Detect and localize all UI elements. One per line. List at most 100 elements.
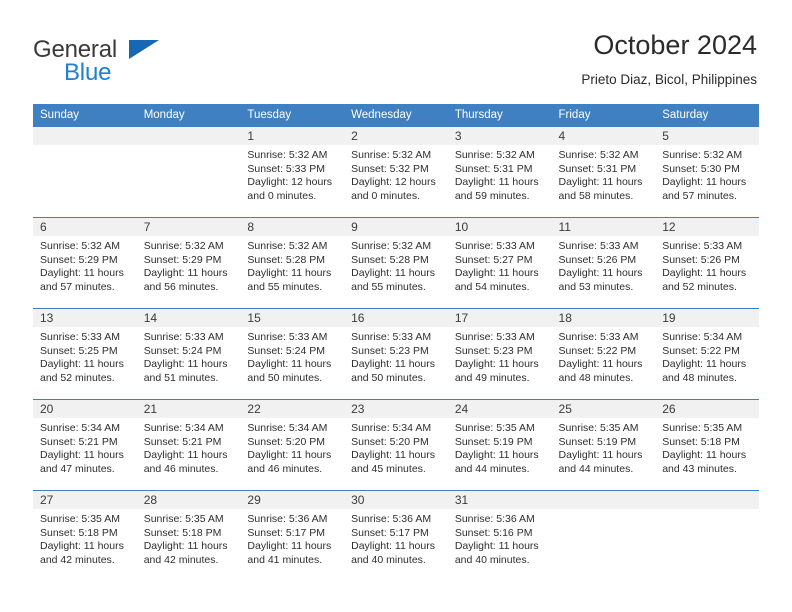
day-cell-inner: 2 Sunrise: 5:32 AM Sunset: 5:32 PM Daylight…	[344, 127, 448, 217]
day-details: Sunrise: 5:35 AM Sunset: 5:19 PM Daylight:…	[448, 418, 552, 476]
calendar-day-cell[interactable]: 30 Sunrise: 5:36 AM Sunset: 5:17 PM Dayligh…	[344, 490, 448, 581]
day-number: 31	[447, 491, 552, 509]
calendar-day-cell[interactable]: 23 Sunrise: 5:34 AM Sunset: 5:20 PM Dayligh…	[344, 399, 448, 491]
day-detail-daylight-line1: Daylight: 11 hours	[454, 358, 539, 371]
calendar-day-cell[interactable]: 27 Sunrise: 5:35 AM Sunset: 5:18 PM Dayligh…	[33, 490, 137, 581]
day-number: 18	[551, 309, 656, 327]
day-details: Sunrise: 5:33 AM Sunset: 5:23 PM Daylight:…	[448, 327, 552, 385]
calendar-day-cell[interactable]: 15 Sunrise: 5:33 AM Sunset: 5:24 PM Dayligh…	[240, 308, 345, 400]
day-details: Sunrise: 5:34 AM Sunset: 5:21 PM Daylight:…	[137, 418, 241, 476]
day-number: 11	[551, 218, 656, 236]
calendar-day-cell[interactable]: 31 Sunrise: 5:36 AM Sunset: 5:16 PM Dayligh…	[447, 490, 552, 581]
day-detail-daylight-line1: Daylight: 11 hours	[40, 449, 124, 462]
calendar-day-cell[interactable]: 8 Sunrise: 5:32 AM Sunset: 5:28 PM Daylight…	[240, 217, 345, 309]
day-details: Sunrise: 5:34 AM Sunset: 5:20 PM Daylight:…	[344, 418, 448, 476]
day-number: 8	[240, 218, 345, 236]
day-details: Sunrise: 5:32 AM Sunset: 5:28 PM Daylight:…	[240, 236, 344, 294]
day-cell-inner: 22 Sunrise: 5:34 AM Sunset: 5:20 PM Dayligh…	[240, 400, 345, 490]
day-detail-sunset: Sunset: 5:27 PM	[454, 253, 533, 266]
page-subtitle: Prieto Diaz, Bicol, Philippines	[581, 72, 757, 87]
day-detail-sunset: Sunset: 5:24 PM	[247, 344, 326, 357]
calendar-day-cell[interactable]: 21 Sunrise: 5:34 AM Sunset: 5:21 PM Dayligh…	[136, 399, 241, 491]
calendar-day-cell[interactable]: 22 Sunrise: 5:34 AM Sunset: 5:20 PM Dayligh…	[240, 399, 345, 491]
calendar-day-cell[interactable]: 19 Sunrise: 5:34 AM Sunset: 5:22 PM Dayligh…	[655, 308, 759, 400]
day-detail-daylight-line2: and 57 minutes.	[40, 280, 115, 293]
calendar-day-cell[interactable]: 9 Sunrise: 5:32 AM Sunset: 5:28 PM Daylight…	[344, 217, 448, 309]
day-number: 24	[447, 400, 552, 418]
calendar-day-cell[interactable]: 14 Sunrise: 5:33 AM Sunset: 5:24 PM Dayligh…	[136, 308, 241, 400]
day-cell-inner: 11 Sunrise: 5:33 AM Sunset: 5:26 PM Dayligh…	[551, 218, 656, 308]
day-number: 17	[447, 309, 552, 327]
calendar-day-cell[interactable]: 6 Sunrise: 5:32 AM Sunset: 5:29 PM Daylight…	[33, 217, 137, 309]
calendar-day-cell[interactable]: 18 Sunrise: 5:33 AM Sunset: 5:22 PM Dayligh…	[551, 308, 656, 400]
calendar-day-cell-empty	[136, 127, 241, 218]
day-detail-daylight-line2: and 44 minutes.	[454, 462, 530, 475]
day-detail-daylight-line2: and 51 minutes.	[143, 371, 219, 384]
day-details: Sunrise: 5:35 AM Sunset: 5:18 PM Daylight:…	[137, 509, 241, 567]
day-detail-daylight-line2: and 40 minutes.	[351, 553, 426, 566]
day-detail-daylight-line1: Daylight: 11 hours	[558, 449, 643, 462]
calendar-day-cell[interactable]: 17 Sunrise: 5:33 AM Sunset: 5:23 PM Dayligh…	[447, 308, 552, 400]
day-detail-daylight-line2: and 0 minutes.	[247, 189, 317, 202]
calendar-day-cell[interactable]: 13 Sunrise: 5:33 AM Sunset: 5:25 PM Dayligh…	[33, 308, 137, 400]
day-number: 21	[136, 400, 241, 418]
day-number: 9	[344, 218, 448, 236]
calendar-day-cell[interactable]: 20 Sunrise: 5:34 AM Sunset: 5:21 PM Dayligh…	[33, 399, 137, 491]
day-number: 5	[655, 127, 759, 145]
calendar-day-cell[interactable]: 24 Sunrise: 5:35 AM Sunset: 5:19 PM Dayligh…	[447, 399, 552, 491]
day-detail-sunset: Sunset: 5:17 PM	[247, 526, 326, 539]
logo-text-blue: Blue	[64, 59, 112, 86]
calendar-day-cell[interactable]: 5 Sunrise: 5:32 AM Sunset: 5:30 PM Daylight…	[655, 127, 759, 218]
day-detail-daylight-line2: and 56 minutes.	[143, 280, 219, 293]
day-number	[551, 491, 656, 509]
day-detail-sunset: Sunset: 5:21 PM	[143, 435, 222, 448]
calendar-day-cell[interactable]: 2 Sunrise: 5:32 AM Sunset: 5:32 PM Daylight…	[344, 127, 448, 218]
calendar-day-cell[interactable]: 16 Sunrise: 5:33 AM Sunset: 5:23 PM Dayligh…	[344, 308, 448, 400]
calendar-day-cell[interactable]: 11 Sunrise: 5:33 AM Sunset: 5:26 PM Dayligh…	[551, 217, 656, 309]
general-blue-logo[interactable]: General Blue	[33, 36, 183, 92]
calendar-body: 1 Sunrise: 5:32 AM Sunset: 5:33 PM Daylight…	[33, 127, 759, 581]
calendar-day-cell[interactable]: 26 Sunrise: 5:35 AM Sunset: 5:18 PM Dayligh…	[655, 399, 759, 491]
day-details: Sunrise: 5:33 AM Sunset: 5:26 PM Daylight:…	[655, 236, 759, 294]
calendar-day-cell[interactable]: 29 Sunrise: 5:36 AM Sunset: 5:17 PM Dayligh…	[240, 490, 345, 581]
day-detail-daylight-line2: and 48 minutes.	[558, 371, 634, 384]
day-cell-inner: 18 Sunrise: 5:33 AM Sunset: 5:22 PM Dayligh…	[551, 309, 656, 399]
day-detail-sunrise: Sunrise: 5:32 AM	[558, 149, 639, 161]
weekday-header-tuesday: Tuesday	[240, 104, 345, 127]
calendar-day-cell[interactable]: 12 Sunrise: 5:33 AM Sunset: 5:26 PM Dayligh…	[655, 217, 759, 309]
day-detail-daylight-line1: Daylight: 11 hours	[143, 267, 228, 280]
calendar-day-cell[interactable]: 4 Sunrise: 5:32 AM Sunset: 5:31 PM Daylight…	[551, 127, 656, 218]
day-cell-inner: 25 Sunrise: 5:35 AM Sunset: 5:19 PM Dayligh…	[551, 400, 656, 490]
day-details: Sunrise: 5:35 AM Sunset: 5:19 PM Daylight:…	[552, 418, 656, 476]
day-cell-inner: 20 Sunrise: 5:34 AM Sunset: 5:21 PM Dayligh…	[33, 400, 137, 490]
day-details: Sunrise: 5:35 AM Sunset: 5:18 PM Daylight:…	[655, 418, 759, 476]
day-details: Sunrise: 5:32 AM Sunset: 5:29 PM Daylight:…	[33, 236, 137, 294]
day-number: 19	[655, 309, 759, 327]
calendar-day-cell[interactable]: 10 Sunrise: 5:33 AM Sunset: 5:27 PM Dayligh…	[447, 217, 552, 309]
day-cell-inner: 9 Sunrise: 5:32 AM Sunset: 5:28 PM Daylight…	[344, 218, 448, 308]
calendar-day-cell[interactable]: 1 Sunrise: 5:32 AM Sunset: 5:33 PM Daylight…	[240, 127, 345, 218]
day-detail-sunrise: Sunrise: 5:33 AM	[351, 331, 432, 343]
day-detail-sunset: Sunset: 5:22 PM	[558, 344, 637, 357]
day-detail-daylight-line2: and 44 minutes.	[558, 462, 634, 475]
day-detail-sunset: Sunset: 5:19 PM	[558, 435, 637, 448]
day-detail-daylight-line2: and 54 minutes.	[454, 280, 530, 293]
day-detail-daylight-line2: and 48 minutes.	[662, 371, 737, 384]
day-number: 15	[240, 309, 345, 327]
day-detail-daylight-line2: and 47 minutes.	[40, 462, 115, 475]
logo-triangle-icon	[129, 40, 159, 59]
day-detail-sunset: Sunset: 5:24 PM	[143, 344, 222, 357]
day-detail-daylight-line1: Daylight: 12 hours	[351, 176, 436, 189]
day-detail-sunrise: Sunrise: 5:36 AM	[454, 513, 535, 525]
calendar-day-cell[interactable]: 25 Sunrise: 5:35 AM Sunset: 5:19 PM Dayligh…	[551, 399, 656, 491]
day-cell-inner: 31 Sunrise: 5:36 AM Sunset: 5:16 PM Dayligh…	[447, 491, 552, 581]
calendar-week-row: 27 Sunrise: 5:35 AM Sunset: 5:18 PM Dayligh…	[33, 490, 759, 581]
day-detail-daylight-line2: and 52 minutes.	[662, 280, 737, 293]
calendar-day-cell[interactable]: 3 Sunrise: 5:32 AM Sunset: 5:31 PM Daylight…	[447, 127, 552, 218]
day-detail-sunset: Sunset: 5:26 PM	[662, 253, 740, 266]
calendar-day-cell[interactable]: 28 Sunrise: 5:35 AM Sunset: 5:18 PM Dayligh…	[136, 490, 241, 581]
day-detail-sunrise: Sunrise: 5:33 AM	[558, 240, 639, 252]
calendar-day-cell[interactable]: 7 Sunrise: 5:32 AM Sunset: 5:29 PM Daylight…	[136, 217, 241, 309]
day-details: Sunrise: 5:34 AM Sunset: 5:21 PM Daylight:…	[33, 418, 137, 476]
day-detail-sunrise: Sunrise: 5:36 AM	[247, 513, 328, 525]
